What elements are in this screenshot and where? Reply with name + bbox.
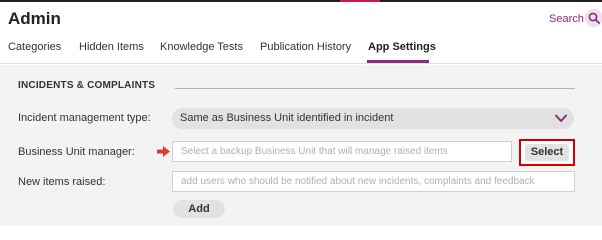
chevron-down-icon: [555, 114, 567, 122]
tab-app-settings[interactable]: App Settings: [368, 41, 436, 53]
app-header: Admin Search: [0, 2, 602, 35]
bu-manager-label: Business Unit manager:: [18, 146, 135, 158]
new-items-input[interactable]: add users who should be notified about n…: [172, 171, 575, 192]
tab-hidden-items[interactable]: Hidden Items: [79, 41, 144, 53]
bu-manager-input[interactable]: Select a backup Business Unit that will …: [172, 141, 512, 162]
tab-bar: Categories Hidden Items Knowledge Tests …: [0, 35, 602, 64]
active-tab-indicator: [367, 60, 429, 63]
search-button[interactable]: [585, 9, 602, 27]
bu-manager-placeholder: Select a backup Business Unit that will …: [181, 146, 448, 157]
incident-type-label: Incident management type:: [18, 112, 151, 124]
tab-categories[interactable]: Categories: [8, 41, 61, 53]
tab-publication-history[interactable]: Publication History: [260, 41, 351, 53]
add-button[interactable]: Add: [173, 200, 225, 218]
select-button-highlight: Select: [519, 139, 575, 166]
settings-panel: INCIDENTS & COMPLAINTS Incident manageme…: [0, 65, 602, 226]
section-divider: [175, 88, 575, 89]
search-label[interactable]: Search: [549, 13, 584, 25]
page-title: Admin: [8, 9, 61, 28]
tab-knowledge-tests[interactable]: Knowledge Tests: [160, 41, 243, 53]
incident-type-value: Same as Business Unit identified in inci…: [180, 112, 394, 124]
new-items-label: New items raised:: [18, 176, 106, 188]
incident-type-dropdown[interactable]: Same as Business Unit identified in inci…: [172, 108, 574, 129]
arrow-right-icon: [157, 146, 170, 157]
select-button[interactable]: Select: [525, 144, 569, 161]
new-items-placeholder: add users who should be notified about n…: [181, 176, 535, 187]
section-title: INCIDENTS & COMPLAINTS: [18, 80, 156, 91]
search-icon: [588, 12, 600, 24]
